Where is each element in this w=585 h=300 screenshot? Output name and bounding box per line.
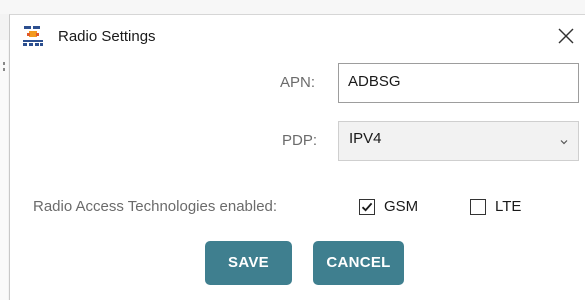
- window-title: Radio Settings: [58, 28, 156, 45]
- lte-checkbox-box[interactable]: [470, 199, 486, 215]
- gsm-checkbox-box[interactable]: [359, 199, 375, 215]
- chevron-down-icon: [560, 140, 568, 145]
- pdp-select[interactable]: IPV4: [338, 121, 579, 161]
- title-bar: Radio Settings: [10, 15, 585, 59]
- cancel-button[interactable]: CANCEL: [313, 241, 404, 285]
- save-button[interactable]: SAVE: [205, 241, 292, 285]
- gsm-label: GSM: [384, 198, 419, 215]
- lte-checkbox[interactable]: LTE: [470, 198, 540, 218]
- close-icon: [558, 28, 574, 44]
- background-edge: [0, 40, 8, 300]
- gsm-checkbox[interactable]: GSM: [359, 198, 439, 218]
- checkmark-icon: [361, 202, 373, 212]
- apn-input[interactable]: [338, 63, 579, 103]
- lte-logo-icon: [21, 24, 45, 48]
- lte-label: LTE: [495, 198, 522, 215]
- close-button[interactable]: [551, 21, 581, 51]
- rat-label: Radio Access Technologies enabled:: [33, 198, 278, 215]
- pdp-label: PDP:: [282, 132, 318, 149]
- radio-settings-dialog: Radio Settings APN: PDP: IPV4 Radio Acce…: [9, 14, 585, 300]
- apn-label: APN:: [280, 74, 316, 91]
- background-header: [0, 0, 585, 14]
- pdp-selected-value: IPV4: [349, 130, 382, 147]
